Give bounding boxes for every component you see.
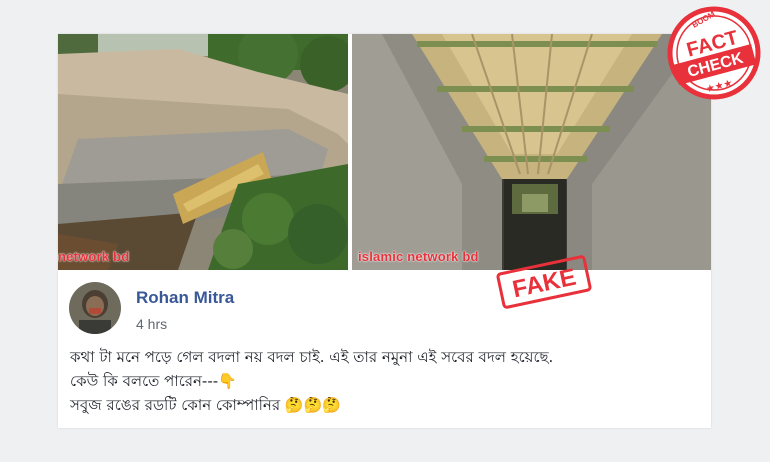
- photo-watermark: islamic network bd: [358, 249, 479, 264]
- boom-fact-check-badge: BOOM FACT CHECK ★★★: [667, 6, 761, 100]
- avatar[interactable]: [69, 282, 121, 334]
- post-text-line: সবুজ রঙের রডটি কোন কোম্পানির 🤔🤔🤔: [70, 396, 341, 414]
- post-text-line: কথা টা মনে পড়ে গেল বদলা নয় বদল চাই. এই…: [70, 348, 554, 366]
- facebook-post: Rohan Mitra 4 hrs কথা টা মনে পড়ে গেল বদ…: [58, 270, 711, 428]
- post-timestamp[interactable]: 4 hrs: [136, 316, 167, 332]
- concrete-slab-image: [58, 34, 348, 270]
- post-photo-concrete-slab[interactable]: network bd: [58, 34, 348, 270]
- photo-watermark: network bd: [58, 249, 130, 264]
- avatar-image: [69, 282, 121, 334]
- post-text-line: কেউ কি বলতে পারেন---👇: [70, 372, 237, 390]
- tunnel-image: [352, 34, 711, 270]
- post-photo-tunnel[interactable]: islamic network bd: [352, 34, 711, 270]
- post-author-name[interactable]: Rohan Mitra: [136, 288, 234, 308]
- post-card: network bd islamic network bd Rohan Mitr…: [58, 34, 711, 428]
- post-body-text: কথা টা মনে পড়ে গেল বদলা নয় বদল চাই. এই…: [70, 345, 700, 417]
